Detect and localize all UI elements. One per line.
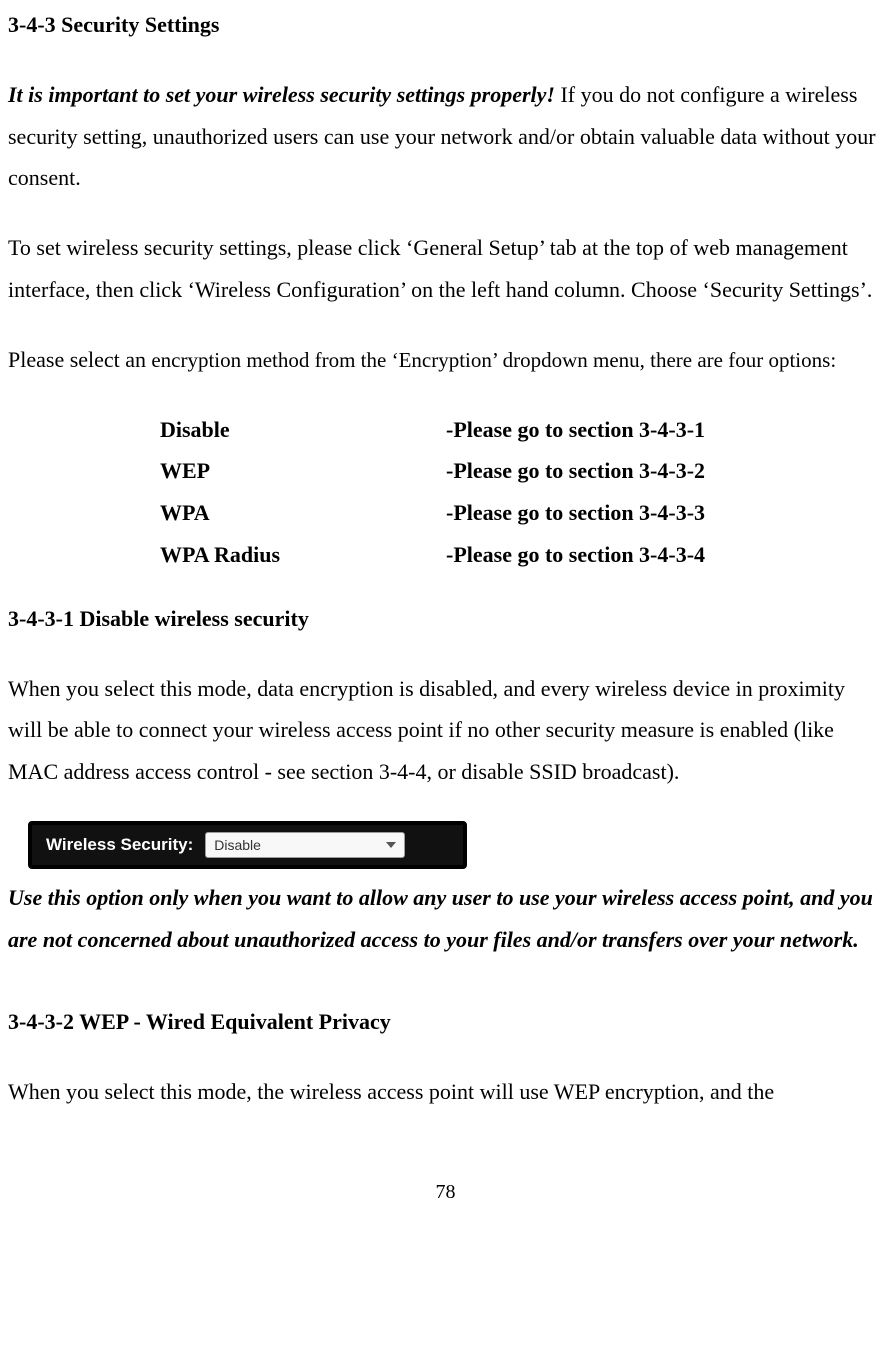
p3-part-a: Please select an	[8, 347, 146, 372]
subsection-3432-heading: 3-4-3-2 WEP - Wired Equivalent Privacy	[8, 1001, 883, 1043]
option-name: Disable	[160, 409, 446, 451]
chevron-down-icon	[382, 836, 400, 854]
option-reference: -Please go to section 3-4-3-2	[446, 450, 705, 492]
option-row: WPA Radius -Please go to section 3-4-3-4	[160, 534, 883, 576]
option-row: WEP -Please go to section 3-4-3-2	[160, 450, 883, 492]
option-reference: -Please go to section 3-4-3-3	[446, 492, 705, 534]
select-instruction-paragraph: Please select an encryption method from …	[8, 339, 883, 381]
subsection-3431-heading: 3-4-3-1 Disable wireless security	[8, 598, 883, 640]
option-row: WPA -Please go to section 3-4-3-3	[160, 492, 883, 534]
option-reference: -Please go to section 3-4-3-4	[446, 534, 705, 576]
subsection-3431-warning: Use this option only when you want to al…	[8, 877, 883, 961]
wireless-security-label: Wireless Security:	[46, 829, 193, 861]
wireless-security-select-value: Disable	[214, 832, 261, 859]
option-name: WPA	[160, 492, 446, 534]
wireless-security-panel: Wireless Security: Disable	[28, 821, 467, 869]
intro-emphasis: It is important to set your wireless sec…	[8, 82, 555, 107]
option-reference: -Please go to section 3-4-3-1	[446, 409, 705, 451]
subsection-3432-paragraph: When you select this mode, the wireless …	[8, 1071, 883, 1113]
subsection-3431-paragraph: When you select this mode, data encrypti…	[8, 668, 883, 793]
option-name: WEP	[160, 450, 446, 492]
section-heading: 3-4-3 Security Settings	[8, 4, 883, 46]
wireless-security-select[interactable]: Disable	[205, 832, 405, 858]
p3-part-b: encryption method from the ‘Encryption’ …	[146, 348, 836, 372]
option-name: WPA Radius	[160, 534, 446, 576]
encryption-options-list: Disable -Please go to section 3-4-3-1 WE…	[8, 409, 883, 576]
page-number: 78	[8, 1173, 883, 1211]
option-row: Disable -Please go to section 3-4-3-1	[160, 409, 883, 451]
instructions-paragraph: To set wireless security settings, pleas…	[8, 227, 883, 311]
intro-paragraph: It is important to set your wireless sec…	[8, 74, 883, 199]
wireless-security-widget: Wireless Security: Disable	[28, 821, 883, 869]
